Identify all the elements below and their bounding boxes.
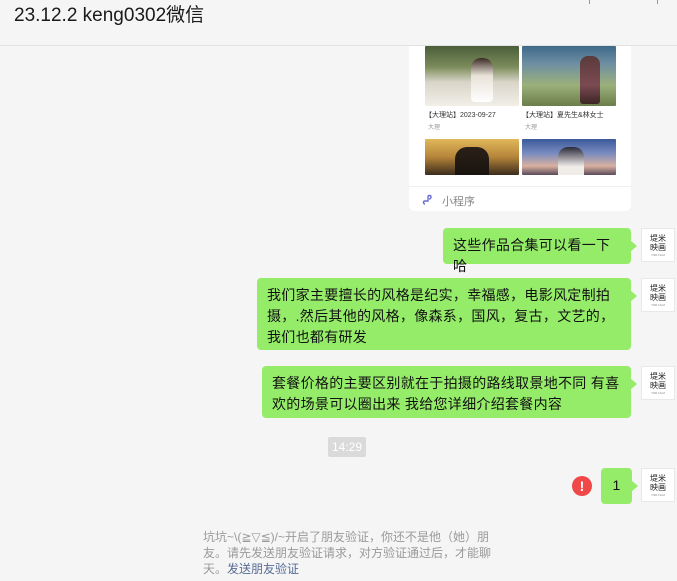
message-bubble[interactable]: 我们家主要擅长的风格是纪实，幸福感，电影风定制拍摄，.然后其他的风格，像森系，国… <box>257 278 637 350</box>
close-button[interactable] <box>657 0 658 4</box>
wedding-photo-3 <box>425 139 519 175</box>
avatar[interactable]: 堤米映画 TIMI FILM <box>641 468 675 502</box>
mini-program-icon <box>422 193 435 206</box>
mini-program-label: 小程序 <box>442 196 475 208</box>
photo-caption-1: 【大理站】2023-09-27 <box>425 112 496 119</box>
wedding-photo-4 <box>522 139 616 175</box>
avatar[interactable]: 堤米映画 TIMI FILM <box>641 366 675 400</box>
chat-title: 23.12.2 keng0302微信 <box>14 5 205 26</box>
send-failed-icon[interactable]: ! <box>572 476 592 496</box>
title-bar: 23.12.2 keng0302微信 <box>0 0 677 46</box>
photo-subcaption-1: 大理 <box>428 125 441 131</box>
photo-subcaption-2: 大理 <box>525 125 538 131</box>
mini-program-footer: 小程序 <box>409 186 631 211</box>
message-bubble[interactable]: 这些作品合集可以看一下哈 <box>443 228 637 274</box>
wedding-photo-1 <box>425 46 519 106</box>
timestamp: 14:29 <box>328 437 366 457</box>
avatar[interactable]: 堤米映画 TIMI FILM <box>641 228 675 262</box>
message-bubble[interactable]: 1 <box>601 468 638 504</box>
mini-program-card[interactable]: 【大理站】2023-09-27 大理 【大理站】夏先生&林女士 大理 小程序 <box>409 46 631 211</box>
wedding-photo-2 <box>522 46 616 106</box>
send-verification-link[interactable]: 发送朋友验证 <box>227 562 299 576</box>
photo-caption-2: 【大理站】夏先生&林女士 <box>522 112 604 119</box>
avatar[interactable]: 堤米映画 TIMI FILM <box>641 278 675 312</box>
message-bubble[interactable]: 套餐价格的主要区别就在于拍摄的路线取景地不同 有喜欢的场景可以圈出来 我给您详细… <box>262 366 637 418</box>
minimize-button[interactable] <box>589 0 590 4</box>
friend-verification-notice: 坑坑~\(≧▽≦)/~开启了朋友验证，你还不是他（她）朋友。请先发送朋友验证请求… <box>203 529 503 577</box>
